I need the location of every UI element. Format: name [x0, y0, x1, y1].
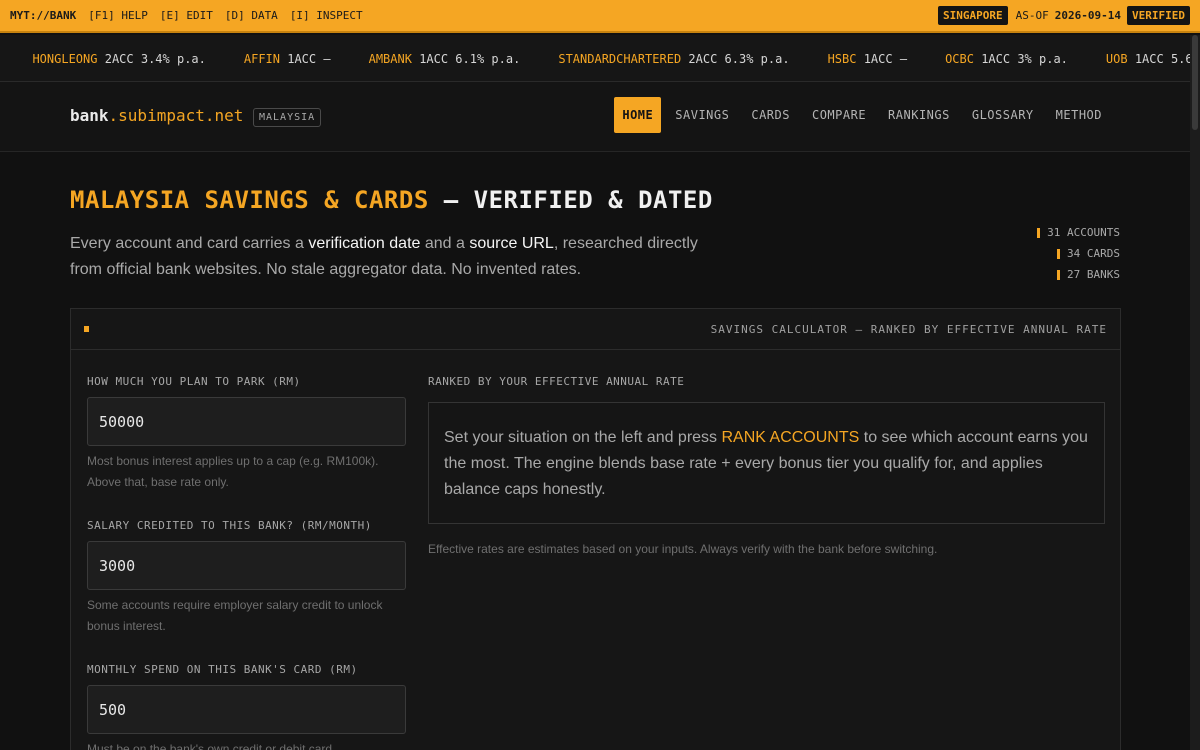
subtitle-text: and a — [420, 235, 470, 252]
stat-label: 27 BANKS — [1067, 268, 1120, 281]
panel-header: SAVINGS CALCULATOR — RANKED BY EFFECTIVE… — [71, 309, 1120, 350]
region-switch-button[interactable]: SINGAPORE — [938, 6, 1008, 25]
ticker-item[interactable]: STANDARDCHARTERED 2ACC 6.3% p.a. — [558, 52, 789, 66]
rate-ticker: a. HONGLEONG 2ACC 3.4% p.a. AFFIN 1ACC —… — [0, 35, 1190, 82]
ticker-item[interactable]: HSBC 1ACC — — [828, 52, 908, 66]
page-title: MALAYSIA SAVINGS & CARDS — VERIFIED & DA… — [70, 186, 713, 214]
nav-method[interactable]: METHOD — [1048, 97, 1110, 133]
park-amount-input[interactable] — [87, 397, 406, 446]
ticker-bank: AMBANK — [368, 51, 412, 66]
stat-label: 34 CARDS — [1067, 247, 1120, 260]
ticker-value: 1ACC 3% p.a. — [981, 51, 1068, 66]
ticker-item[interactable]: AFFIN 1ACC — — [244, 52, 331, 66]
panel-title: SAVINGS CALCULATOR — RANKED BY EFFECTIVE… — [710, 323, 1107, 336]
data-shortcut[interactable]: [D] DATA — [225, 9, 278, 22]
stats-summary: 31 ACCOUNTS 34 CARDS 27 BANKS — [1037, 222, 1120, 285]
ticker-item[interactable]: AMBANK 1ACC 6.1% p.a. — [369, 52, 521, 66]
salary-help: Some accounts require employer salary cr… — [87, 598, 383, 633]
edit-shortcut[interactable]: [E] EDIT — [160, 9, 213, 22]
ticker-value: 2ACC 3.4% p.a. — [104, 51, 206, 66]
main-nav: HOME SAVINGS CARDS COMPARE RANKINGS GLOS… — [608, 97, 1110, 133]
subtitle-text: Every account and card carries a — [70, 235, 309, 252]
results-disclaimer: Effective rates are estimates based on y… — [428, 542, 938, 556]
results-label: RANKED BY YOUR EFFECTIVE ANNUAL RATE — [428, 375, 685, 388]
app-brand[interactable]: MYT://BANK — [10, 9, 76, 22]
help-shortcut[interactable]: [F1] HELP — [88, 9, 148, 22]
card-spend-input[interactable] — [87, 685, 406, 734]
ticker-bank: UOB — [1105, 51, 1128, 66]
title-rest: — VERIFIED & DATED — [428, 186, 713, 214]
subtitle-highlight: source URL — [469, 235, 554, 252]
logo-main: bank — [70, 106, 109, 125]
country-badge: MALAYSIA — [253, 108, 322, 127]
stat-marker — [1057, 269, 1061, 280]
verified-badge: VERIFIED — [1127, 6, 1190, 25]
stat-label: 31 ACCOUNTS — [1047, 226, 1120, 239]
ticker-item[interactable]: HONGLEONG 2ACC 3.4% p.a. — [32, 52, 205, 66]
stat-marker — [1037, 227, 1041, 238]
as-of-label: AS-OF — [1015, 9, 1049, 22]
nav-home[interactable]: HOME — [614, 97, 662, 133]
stat-accounts: 31 ACCOUNTS — [1037, 222, 1120, 243]
page-scrollbar[interactable] — [1190, 35, 1200, 750]
stat-banks: 27 BANKS — [1037, 264, 1120, 285]
ticker-bank: AFFIN — [243, 51, 280, 66]
subtitle-highlight: verification date — [308, 235, 421, 252]
site-header: bank.subimpact.net MALAYSIA HOME SAVINGS… — [0, 82, 1190, 152]
nav-compare[interactable]: COMPARE — [804, 97, 874, 133]
stat-marker — [1057, 248, 1061, 259]
ticker-value: 1ACC 5.6 — [1134, 51, 1190, 66]
rank-accounts-link[interactable]: RANK ACCOUNTS — [722, 429, 860, 446]
title-accent: MALAYSIA SAVINGS & CARDS — [70, 186, 429, 214]
scrollbar-thumb[interactable] — [1192, 35, 1198, 130]
nav-rankings[interactable]: RANKINGS — [880, 97, 958, 133]
ticker-bank: HONGLEONG — [32, 51, 98, 66]
ticker-track: a. HONGLEONG 2ACC 3.4% p.a. AFFIN 1ACC —… — [0, 35, 1190, 81]
site-logo[interactable]: bank.subimpact.net — [70, 106, 243, 125]
panel-marker-icon — [84, 326, 89, 332]
ticker-value: 1ACC 6.1% p.a. — [419, 51, 521, 66]
inspect-shortcut[interactable]: [I] INSPECT — [290, 9, 363, 22]
ticker-value: 2ACC 6.3% p.a. — [688, 51, 790, 66]
page-subtitle: Every account and card carries a verific… — [70, 231, 710, 283]
ticker-bank: STANDARDCHARTERED — [558, 51, 682, 66]
card-spend-help: Must be on the bank's own credit or debi… — [87, 742, 336, 750]
salary-label: SALARY CREDITED TO THIS BANK? (RM/MONTH) — [87, 519, 372, 532]
salary-input[interactable] — [87, 541, 406, 590]
ticker-item[interactable]: OCBC 1ACC 3% p.a. — [945, 52, 1068, 66]
results-placeholder: Set your situation on the left and press… — [428, 402, 1105, 524]
park-amount-label: HOW MUCH YOU PLAN TO PARK (RM) — [87, 375, 301, 388]
nav-glossary[interactable]: GLOSSARY — [964, 97, 1042, 133]
ticker-value: 1ACC — — [863, 51, 908, 66]
top-status-bar: MYT://BANK [F1] HELP [E] EDIT [D] DATA [… — [0, 0, 1200, 33]
as-of-date: 2026-09-14 — [1054, 9, 1122, 22]
stat-cards: 34 CARDS — [1037, 243, 1120, 264]
ticker-item[interactable]: UOB 1ACC 5.6 — [1106, 52, 1190, 66]
results-text: Set your situation on the left and press — [444, 429, 722, 446]
savings-calculator-panel: SAVINGS CALCULATOR — RANKED BY EFFECTIVE… — [70, 308, 1121, 750]
nav-cards[interactable]: CARDS — [743, 97, 798, 133]
card-spend-label: MONTHLY SPEND ON THIS BANK'S CARD (RM) — [87, 663, 358, 676]
nav-savings[interactable]: SAVINGS — [667, 97, 737, 133]
logo-domain: .subimpact.net — [108, 106, 244, 125]
ticker-value: 1ACC — — [287, 51, 331, 66]
park-amount-help: Most bonus interest applies up to a cap … — [87, 454, 379, 489]
ticker-bank: HSBC — [827, 51, 857, 66]
ticker-bank: OCBC — [945, 51, 974, 66]
